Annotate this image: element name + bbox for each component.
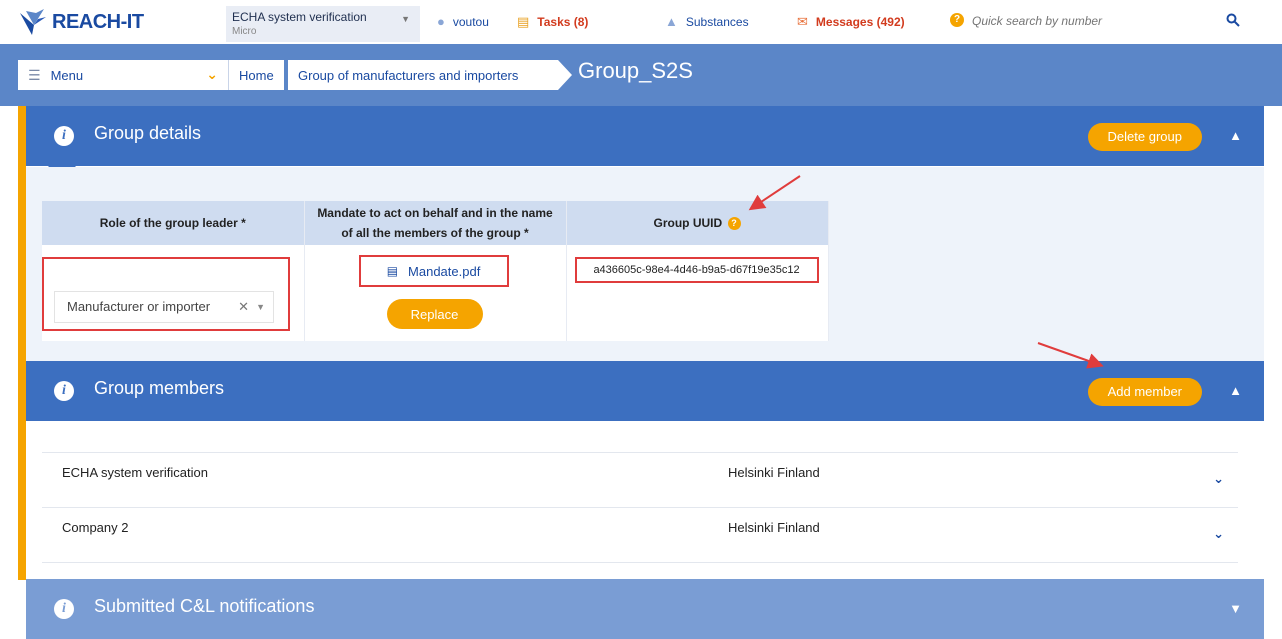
organisation-name: ECHA system verification: [232, 10, 367, 24]
role-select-value: Manufacturer or importer: [67, 299, 211, 314]
messages-label: Messages (492): [815, 15, 905, 29]
group-uuid-value: a436605c-98e4-4d46-b9a5-d67f19e35c12: [574, 257, 819, 283]
member-name: ECHA system verification: [62, 465, 208, 480]
hamburger-icon: ☰: [28, 66, 41, 83]
messages-link[interactable]: ✉ Messages (492): [797, 14, 905, 30]
top-bar: REACH-IT ECHA system verification Micro …: [0, 0, 1282, 44]
group-members-header[interactable]: i Group members Add member ▲: [26, 361, 1264, 435]
group-details-header[interactable]: i Group details Delete group ▲: [26, 106, 1264, 180]
chevron-up-icon[interactable]: ▲: [1229, 383, 1242, 398]
search-icon[interactable]: [1226, 13, 1240, 27]
breadcrumb-bar: ☰ Menu ⌄ Home Group of manufacturers and…: [0, 44, 1282, 106]
envelope-icon: ✉: [797, 14, 808, 29]
tasks-link[interactable]: ▤ Tasks (8): [517, 14, 588, 30]
info-icon: i: [54, 126, 74, 146]
mandate-file-link[interactable]: ▤ Mandate.pdf: [358, 255, 509, 287]
column-header-uuid: Group UUID ?: [566, 201, 829, 245]
notifications-title: Submitted C&L notifications: [94, 596, 315, 616]
uuid-header-text: Group UUID: [653, 216, 723, 230]
quick-search-input[interactable]: [972, 10, 1222, 32]
breadcrumb-home[interactable]: Home: [228, 60, 284, 90]
group-details-body: Role of the group leader * Mandate to ac…: [26, 167, 1264, 361]
content-stripe: [18, 106, 26, 580]
chevron-up-icon[interactable]: ▲: [1229, 128, 1242, 143]
substances-link[interactable]: ▲ Substances: [665, 14, 749, 29]
chevron-down-icon[interactable]: ▼: [1229, 601, 1242, 616]
breadcrumb-arrow: [558, 60, 572, 90]
menu-label: Menu: [50, 67, 84, 83]
help-icon[interactable]: ?: [727, 217, 741, 231]
page-title: Group_S2S: [578, 58, 693, 83]
chevron-down-icon[interactable]: ⌄: [1213, 526, 1224, 542]
mandate-file-name: Mandate.pdf: [408, 263, 481, 279]
caret-down-icon[interactable]: ▼: [256, 292, 265, 322]
info-icon: i: [54, 599, 74, 619]
user-icon: ●: [437, 14, 445, 29]
mandate-header-text: Mandate to act on behalf and in the name…: [317, 206, 553, 240]
menu-button[interactable]: ☰ Menu ⌄: [18, 60, 228, 90]
user-menu[interactable]: ● voutou: [437, 14, 489, 29]
organisation-size: Micro: [232, 26, 257, 37]
role-select[interactable]: Manufacturer or importer ✕ ▼: [54, 291, 274, 323]
help-icon[interactable]: ?: [950, 13, 964, 27]
document-icon: ▤: [386, 264, 399, 278]
member-location: Helsinki Finland: [728, 520, 820, 535]
member-location: Helsinki Finland: [728, 465, 820, 480]
chevron-down-icon: ⌄: [206, 66, 218, 82]
group-details-table: Role of the group leader * Mandate to ac…: [42, 201, 829, 341]
caret-down-icon: ▼: [401, 14, 410, 24]
column-header-role: Role of the group leader *: [42, 201, 305, 245]
mandate-cell: ▤ Mandate.pdf Replace: [304, 245, 567, 341]
info-icon: i: [54, 381, 74, 401]
clear-icon[interactable]: ✕: [238, 292, 249, 322]
member-row[interactable]: Company 2 Helsinki Finland ⌄: [42, 507, 1238, 563]
quick-search: ?: [950, 10, 1260, 34]
member-row[interactable]: ECHA system verification Helsinki Finlan…: [42, 452, 1238, 508]
notifications-header[interactable]: i Submitted C&L notifications ▼: [26, 579, 1264, 639]
uuid-cell: a436605c-98e4-4d46-b9a5-d67f19e35c12: [566, 245, 829, 341]
add-member-button[interactable]: Add member: [1087, 378, 1202, 406]
group-details-title: Group details: [94, 123, 202, 143]
replace-button[interactable]: Replace: [386, 299, 483, 329]
organisation-selector[interactable]: ECHA system verification Micro ▼: [226, 6, 420, 42]
user-name: voutou: [452, 14, 489, 29]
logo-text: REACH-IT: [52, 10, 144, 33]
delete-group-button[interactable]: Delete group: [1087, 123, 1202, 151]
flask-icon: ▲: [665, 14, 678, 29]
chevron-down-icon[interactable]: ⌄: [1213, 471, 1224, 487]
tasks-icon: ▤: [517, 14, 530, 29]
column-header-mandate: Mandate to act on behalf and in the name…: [304, 201, 567, 245]
reach-it-logo[interactable]: REACH-IT: [18, 6, 144, 38]
group-members-title: Group members: [94, 378, 225, 398]
breadcrumb-group[interactable]: Group of manufacturers and importers: [288, 60, 558, 90]
tasks-label: Tasks (8): [537, 15, 589, 29]
member-name: Company 2: [62, 520, 129, 535]
logo-icon: [20, 9, 46, 35]
role-cell: Manufacturer or importer ✕ ▼: [42, 245, 305, 341]
substances-label: Substances: [685, 14, 749, 29]
divider: [42, 562, 1238, 563]
group-members-body: ECHA system verification Helsinki Finlan…: [26, 421, 1264, 580]
